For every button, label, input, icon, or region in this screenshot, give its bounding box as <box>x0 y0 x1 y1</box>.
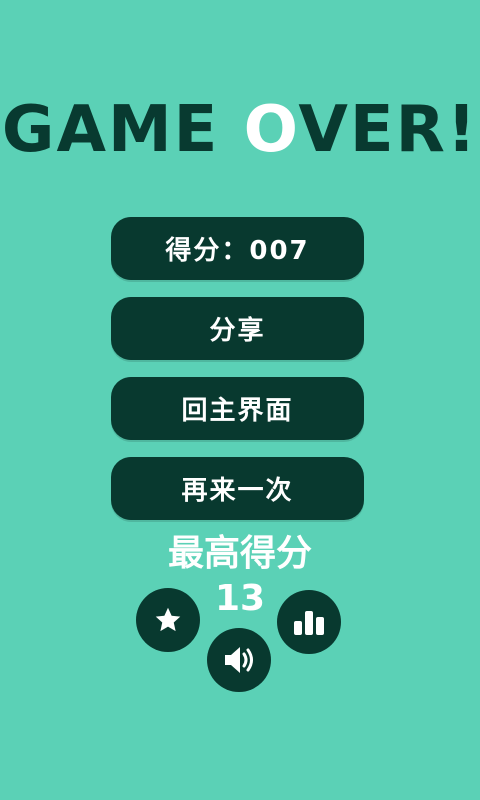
retry-label: 再来一次 <box>181 476 294 506</box>
home-label: 回主界面 <box>181 396 294 426</box>
speaker-icon <box>221 644 257 676</box>
game-over-title: GAME OVER! <box>0 92 480 168</box>
best-score-label: 最高得分 <box>167 533 312 574</box>
leaderboard-button[interactable] <box>277 590 341 654</box>
title-prefix: GAME <box>1 93 244 167</box>
share-label: 分享 <box>209 316 266 346</box>
home-button[interactable]: 回主界面 <box>111 377 364 440</box>
share-button[interactable]: 分享 <box>111 297 364 360</box>
title-suffix: VER! <box>298 93 479 167</box>
score-display: 得分：007 <box>111 217 364 280</box>
rate-button[interactable] <box>136 588 200 652</box>
score-label: 得分：007 <box>165 236 310 266</box>
bar-chart-icon <box>292 607 326 637</box>
star-icon <box>153 605 183 635</box>
sound-button[interactable] <box>207 628 271 692</box>
best-score-value: 13 <box>214 578 266 619</box>
title-highlight-letter: O <box>243 93 299 167</box>
retry-button[interactable]: 再来一次 <box>111 457 364 520</box>
